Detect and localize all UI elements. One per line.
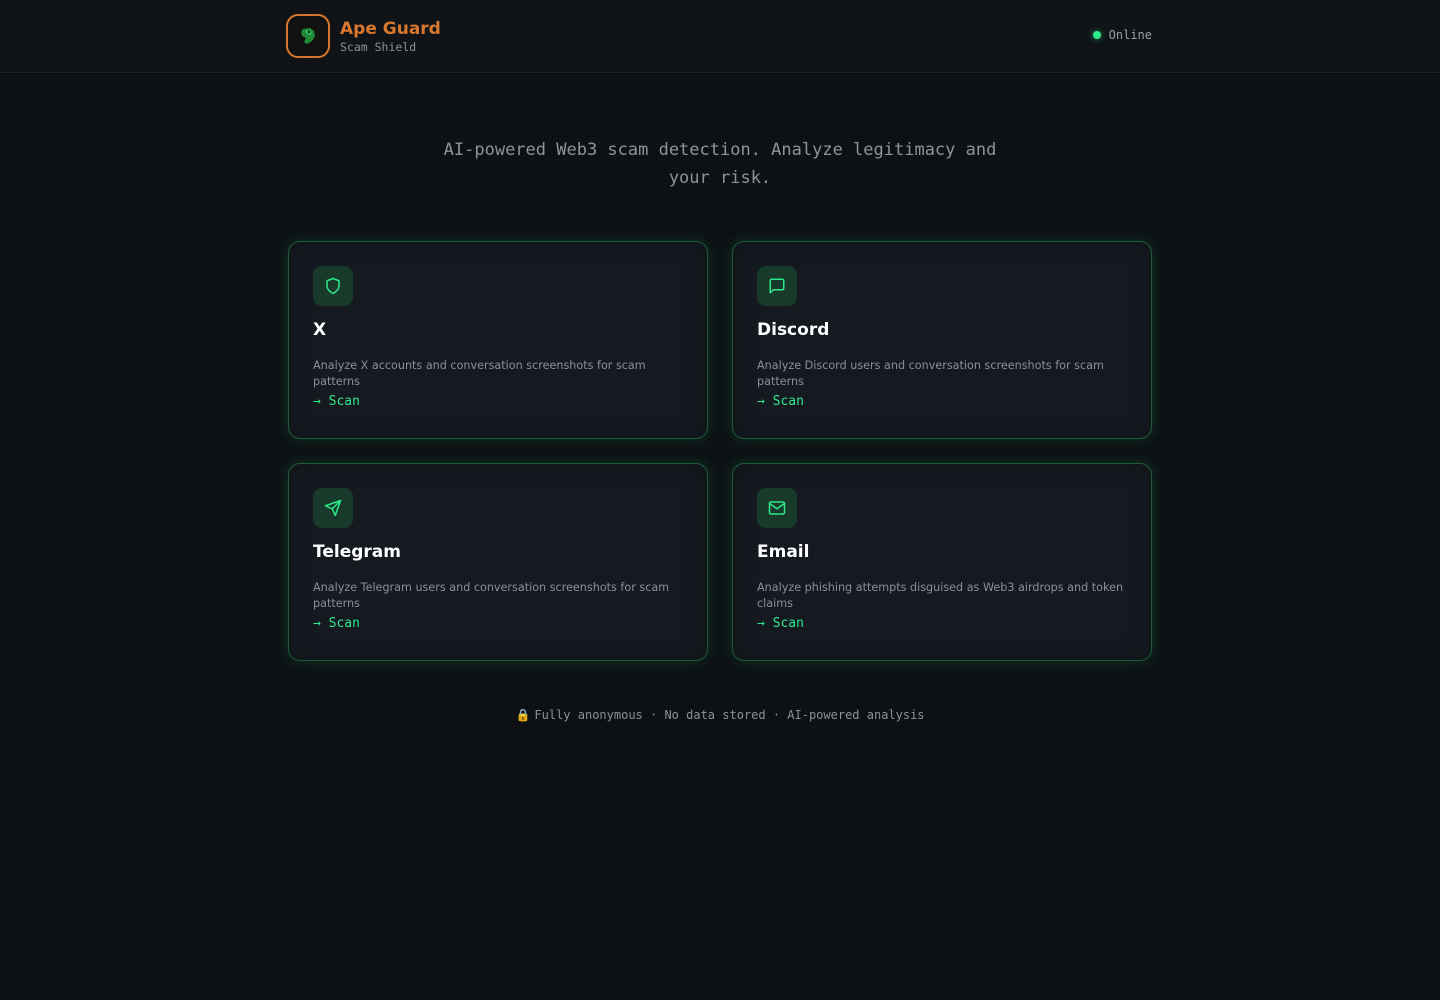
platform-cards: X Analyze X accounts and conversation sc… (288, 241, 1152, 661)
card-title: Telegram (313, 542, 401, 562)
brand-text: Ape Guard Scam Shield (340, 19, 441, 54)
top-bar: Ape Guard Scam Shield Online (0, 0, 1440, 73)
status-indicator: Online (1092, 28, 1152, 42)
brand[interactable]: Ape Guard Scam Shield (286, 14, 441, 58)
scan-link[interactable]: → Scan (313, 616, 360, 631)
card-description: Analyze X accounts and conversation scre… (313, 359, 646, 388)
card-x[interactable]: X Analyze X accounts and conversation sc… (288, 241, 708, 439)
card-title: X (313, 320, 327, 340)
card-telegram[interactable]: Telegram Analyze Telegram users and conv… (288, 463, 708, 661)
mail-icon (757, 488, 797, 528)
shield-icon (313, 266, 353, 306)
card-title: Discord (757, 320, 830, 340)
card-discord[interactable]: Discord Analyze Discord users and conver… (732, 241, 1152, 439)
status-label: Online (1108, 28, 1152, 42)
footer-note: 🔒 Fully anonymous · No data stored · AI-p… (420, 708, 1020, 722)
brand-subtitle: Scam Shield (340, 39, 417, 54)
card-title: Email (757, 542, 810, 562)
hero-tagline: AI-powered Web3 scam detection. Analyze … (443, 140, 997, 188)
scan-link[interactable]: → Scan (757, 616, 804, 631)
brand-title: Ape Guard (340, 18, 441, 39)
status-dot-icon (1092, 31, 1101, 39)
scan-link[interactable]: → Scan (313, 394, 360, 409)
ape-logo-icon (286, 14, 330, 58)
card-description: Analyze Telegram users and conversation … (313, 581, 670, 610)
scan-link[interactable]: → Scan (757, 394, 804, 409)
card-description: Analyze Discord users and conversation s… (757, 359, 1104, 388)
send-icon (313, 488, 353, 528)
lock-icon: 🔒 (515, 708, 531, 722)
footer-text: Fully anonymous · No data stored · AI-po… (534, 708, 925, 722)
message-square-icon (757, 266, 797, 306)
card-description: Analyze phishing attempts disguised as W… (757, 581, 1124, 610)
card-email[interactable]: Email Analyze phishing attempts disguise… (732, 463, 1152, 661)
